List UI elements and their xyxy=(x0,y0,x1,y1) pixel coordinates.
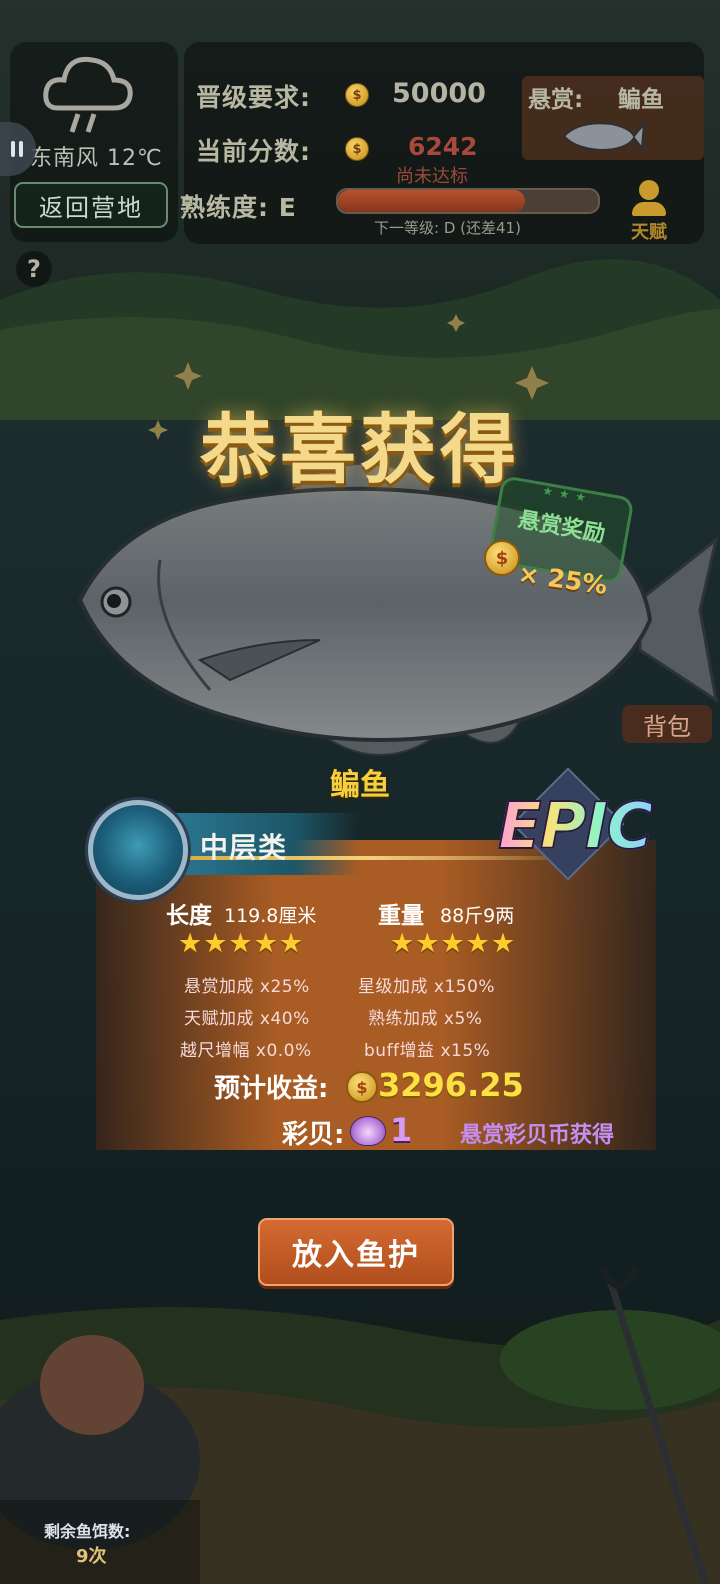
weight-star-rating: ★★★★★ xyxy=(390,928,517,959)
coin-icon: $ xyxy=(345,137,369,161)
promotion-value: 50000 xyxy=(392,78,486,109)
person-icon xyxy=(639,180,659,200)
rarity-badge: EPIC xyxy=(497,789,654,865)
fish-category: 中层类 xyxy=(200,831,288,864)
bonus-star: 星级加成 x150% xyxy=(358,977,496,997)
shell-label: 彩贝: xyxy=(282,1120,345,1150)
water-layer-medal-icon xyxy=(88,800,188,900)
proficiency-progress-bar xyxy=(336,188,600,214)
remaining-bait-count: 9次 xyxy=(76,1546,107,1567)
score-status: 尚未达标 xyxy=(396,166,468,187)
proficiency-label: 熟练度: E xyxy=(180,193,297,222)
current-score-value: 6242 xyxy=(408,132,478,161)
length-label: 长度 xyxy=(166,903,212,929)
shell-icon xyxy=(350,1116,386,1146)
bounty-fish-name: 鳊鱼 xyxy=(618,87,664,113)
wind-temperature: 东南风 12℃ xyxy=(30,146,163,171)
help-button[interactable]: ? xyxy=(16,251,52,287)
length-star-rating: ★★★★★ xyxy=(178,928,305,959)
shrimp-coin-icon: $ xyxy=(484,540,520,576)
remaining-bait-label: 剩余鱼饵数: xyxy=(44,1522,131,1541)
bonus-bounty: 悬赏加成 x25% xyxy=(184,977,310,997)
bonus-talent: 天赋加成 x40% xyxy=(184,1009,310,1029)
return-camp-button[interactable]: 返回营地 xyxy=(14,182,168,228)
congrats-title: 恭喜获得 xyxy=(200,405,520,494)
bounty-fish-icon xyxy=(562,120,646,152)
next-level-text: 下一等级: D (还差41) xyxy=(374,219,521,237)
backpack-button[interactable]: 背包 xyxy=(622,705,712,743)
weight-label: 重量 xyxy=(378,903,424,929)
shell-source-note: 悬赏彩贝币获得 xyxy=(460,1123,615,1148)
bonus-buff: buff增益 x15% xyxy=(364,1041,491,1061)
pause-icon xyxy=(11,141,15,157)
length-value: 119.8厘米 xyxy=(224,905,317,927)
bonus-proficiency: 熟练加成 x5% xyxy=(368,1009,483,1029)
weight-value: 88斤9两 xyxy=(440,905,515,927)
income-label: 预计收益: xyxy=(214,1074,329,1104)
talent-button[interactable]: 天赋 xyxy=(624,180,674,244)
promotion-label: 晋级要求: xyxy=(196,83,311,112)
proficiency-progress-fill xyxy=(338,190,526,212)
talent-label: 天赋 xyxy=(631,222,667,243)
bonus-oversize: 越尺增幅 x0.0% xyxy=(180,1041,312,1061)
bounty-label: 悬赏: xyxy=(528,87,584,113)
rain-cloud-icon xyxy=(43,56,133,133)
coin-icon: $ xyxy=(345,83,369,107)
put-in-keepnet-button[interactable]: 放入鱼护 xyxy=(258,1218,454,1286)
shell-value: 1 xyxy=(390,1111,413,1149)
current-score-label: 当前分数: xyxy=(196,137,311,166)
coin-icon: $ xyxy=(346,1071,378,1103)
income-value: 3296.25 xyxy=(378,1066,524,1104)
